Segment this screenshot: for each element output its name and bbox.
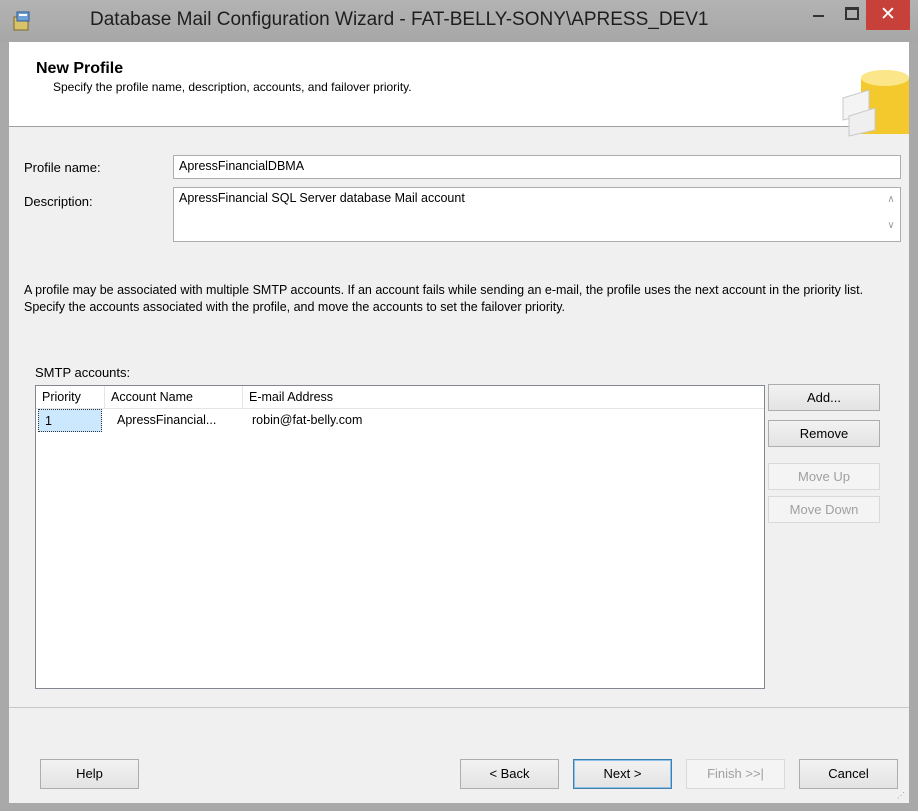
- smtp-accounts-grid[interactable]: Priority Account Name E-mail Address 1 A…: [35, 385, 765, 689]
- move-down-button[interactable]: Move Down: [768, 496, 880, 523]
- description-label: Description:: [24, 194, 93, 209]
- table-row[interactable]: 1 ApressFinancial... robin@fat-belly.com: [36, 409, 764, 432]
- finish-button[interactable]: Finish >>|: [686, 759, 785, 789]
- window-title: Database Mail Configuration Wizard - FAT…: [90, 9, 709, 30]
- resize-grip-icon[interactable]: ⋰: [897, 791, 907, 801]
- minimize-button[interactable]: [804, 0, 834, 30]
- column-priority[interactable]: Priority: [36, 386, 105, 408]
- description-text: ApressFinancial SQL Server database Mail…: [179, 191, 465, 205]
- cell-account-name[interactable]: ApressFinancial...: [111, 409, 245, 432]
- next-button[interactable]: Next >: [573, 759, 672, 789]
- cell-priority[interactable]: 1: [38, 409, 102, 432]
- column-email-address[interactable]: E-mail Address: [243, 386, 764, 408]
- page-title: New Profile: [36, 60, 124, 77]
- grid-header: Priority Account Name E-mail Address: [36, 386, 764, 409]
- smtp-accounts-label: SMTP accounts:: [35, 365, 131, 380]
- wizard-header: New Profile Specify the profile name, de…: [9, 42, 909, 137]
- back-button[interactable]: < Back: [460, 759, 559, 789]
- maximize-icon: [845, 7, 859, 20]
- wizard-window: Database Mail Configuration Wizard - FAT…: [0, 0, 918, 811]
- info-text: A profile may be associated with multipl…: [24, 283, 864, 314]
- profile-name-label: Profile name:: [24, 160, 101, 175]
- scroll-down-icon[interactable]: ∨: [885, 220, 897, 231]
- cancel-button[interactable]: Cancel: [799, 759, 898, 789]
- remove-button[interactable]: Remove: [768, 420, 880, 447]
- maximize-button[interactable]: [836, 0, 866, 30]
- wizard-client-area: New Profile Specify the profile name, de…: [9, 42, 909, 803]
- profile-name-field[interactable]: ApressFinancialDBMA: [173, 155, 901, 179]
- scroll-up-icon[interactable]: ∧: [885, 194, 897, 205]
- database-mail-icon: [842, 70, 909, 137]
- title-bar[interactable]: Database Mail Configuration Wizard - FAT…: [0, 0, 918, 42]
- close-icon: ✕: [880, 3, 896, 25]
- add-button[interactable]: Add...: [768, 384, 880, 411]
- minimize-icon: [813, 15, 824, 17]
- help-button[interactable]: Help: [40, 759, 139, 789]
- description-field[interactable]: ApressFinancial SQL Server database Mail…: [173, 187, 901, 242]
- column-account-name[interactable]: Account Name: [105, 386, 243, 408]
- close-button[interactable]: ✕: [866, 0, 910, 30]
- page-subtitle: Specify the profile name, description, a…: [53, 80, 412, 94]
- wizard-app-icon: [13, 11, 30, 31]
- cell-email[interactable]: robin@fat-belly.com: [246, 409, 546, 432]
- move-up-button[interactable]: Move Up: [768, 463, 880, 490]
- wizard-footer: Help < Back Next > Finish >>| Cancel ⋰: [9, 708, 909, 803]
